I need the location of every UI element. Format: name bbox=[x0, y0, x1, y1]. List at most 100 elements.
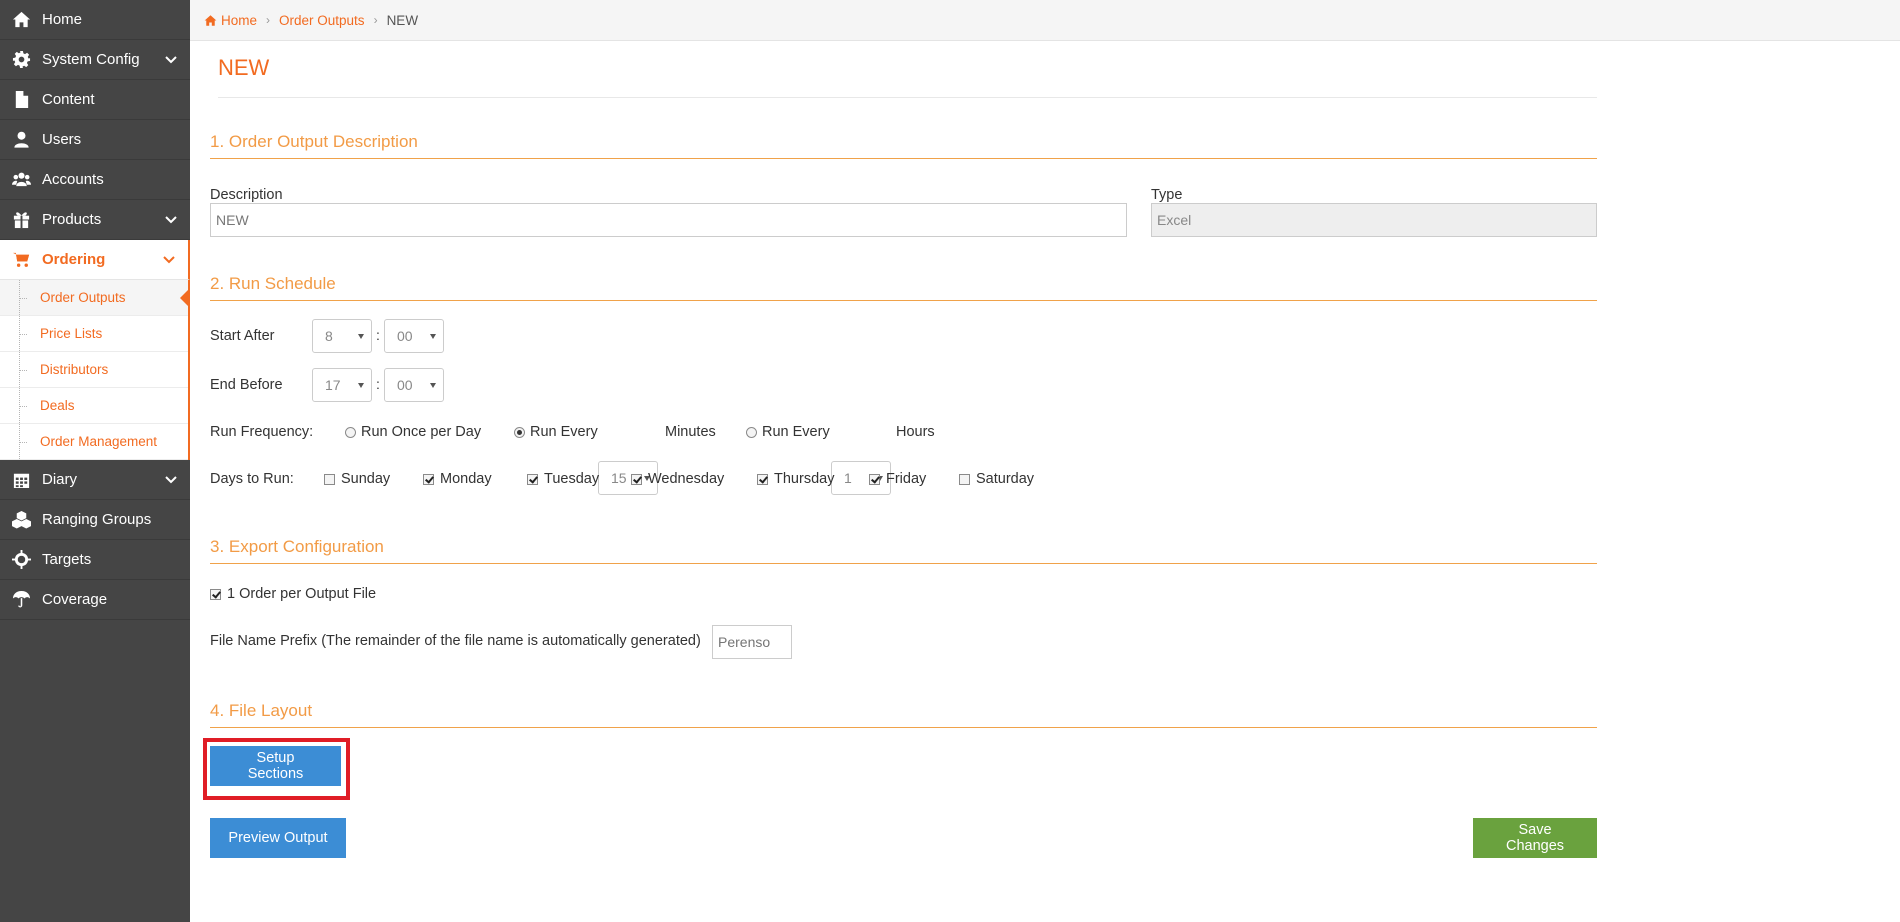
day-wednesday-option[interactable]: Wednesday bbox=[631, 471, 724, 487]
page-title: NEW bbox=[218, 55, 270, 80]
one-order-checkbox[interactable] bbox=[210, 588, 221, 600]
run-once-option[interactable]: Run Once per Day bbox=[345, 424, 481, 440]
user-icon bbox=[11, 130, 31, 150]
day-monday-option[interactable]: Monday bbox=[423, 471, 492, 487]
chevron-down-icon bbox=[162, 253, 176, 267]
caret-down-icon bbox=[430, 383, 436, 388]
description-label: Description bbox=[210, 187, 283, 203]
start-minute-value: 00 bbox=[397, 328, 413, 344]
time-colon: : bbox=[376, 376, 380, 392]
setup-sections-button[interactable]: Setup Sections bbox=[210, 746, 341, 786]
chevron-down-icon bbox=[164, 213, 178, 227]
sidebar-item-targets[interactable]: Targets bbox=[0, 540, 190, 580]
day-saturday-checkbox[interactable] bbox=[959, 473, 970, 485]
sidebar-item-products[interactable]: Products bbox=[0, 200, 190, 240]
section-heading-file-layout: 4. File Layout bbox=[210, 701, 1597, 728]
start-hour-select[interactable]: 8 bbox=[312, 319, 372, 353]
sidebar-item-label: Ranging Groups bbox=[42, 511, 152, 528]
day-tuesday-checkbox[interactable] bbox=[527, 473, 538, 485]
day-label: Tuesday bbox=[544, 471, 600, 487]
type-label: Type bbox=[1151, 187, 1183, 203]
day-friday-checkbox[interactable] bbox=[869, 473, 880, 485]
run-every-label: Run Every bbox=[530, 424, 598, 440]
description-input[interactable] bbox=[210, 203, 1127, 237]
sidebar-item-home[interactable]: Home bbox=[0, 0, 190, 40]
end-minute-select[interactable]: 00 bbox=[384, 368, 444, 402]
sidebar-subitem-order-management[interactable]: Order Management bbox=[0, 424, 188, 460]
sidebar-item-content[interactable]: Content bbox=[0, 80, 190, 120]
sidebar-item-label: Products bbox=[42, 211, 102, 228]
breadcrumb-home[interactable]: Home bbox=[204, 13, 257, 28]
start-minute-select[interactable]: 00 bbox=[384, 319, 444, 353]
end-hour-select[interactable]: 17 bbox=[312, 368, 372, 402]
sidebar-item-label: Users bbox=[42, 131, 82, 148]
breadcrumb-separator-icon: › bbox=[266, 13, 271, 27]
run-every-minutes-option[interactable]: Run Every bbox=[514, 424, 598, 440]
run-every-hours-option[interactable]: Run Every bbox=[746, 424, 830, 440]
day-label: Friday bbox=[886, 471, 927, 487]
day-label: Thursday bbox=[774, 471, 835, 487]
day-thursday-option[interactable]: Thursday bbox=[757, 471, 834, 487]
sidebar-subitem-distributors[interactable]: Distributors bbox=[0, 352, 188, 388]
sidebar-subitem-label: Distributors bbox=[40, 362, 109, 377]
day-thursday-checkbox[interactable] bbox=[757, 473, 768, 485]
preview-output-button[interactable]: Preview Output bbox=[210, 818, 346, 858]
title-divider bbox=[218, 97, 1597, 98]
crosshair-icon bbox=[11, 550, 31, 570]
sidebar-item-label: Content bbox=[42, 91, 95, 108]
day-sunday-checkbox[interactable] bbox=[324, 473, 335, 485]
sidebar-item-accounts[interactable]: Accounts bbox=[0, 160, 190, 200]
gear-icon bbox=[11, 50, 31, 70]
day-wednesday-checkbox[interactable] bbox=[631, 473, 642, 485]
home-icon bbox=[204, 14, 217, 26]
run-once-radio[interactable] bbox=[345, 426, 356, 438]
file-prefix-label: File Name Prefix (The remainder of the f… bbox=[210, 633, 701, 649]
end-hour-value: 17 bbox=[325, 377, 341, 393]
gift-icon bbox=[11, 210, 31, 230]
day-saturday-option[interactable]: Saturday bbox=[959, 471, 1034, 487]
sidebar-item-ranging-groups[interactable]: Ranging Groups bbox=[0, 500, 190, 540]
day-monday-checkbox[interactable] bbox=[423, 473, 434, 485]
chevron-down-icon bbox=[164, 53, 178, 67]
sidebar-subitem-order-outputs[interactable]: Order Outputs bbox=[0, 280, 190, 316]
hours-label: Hours bbox=[896, 424, 935, 440]
run-every-minutes-value: 15 bbox=[611, 470, 627, 486]
sidebar-item-label: Targets bbox=[42, 551, 92, 568]
section-heading-description: 1. Order Output Description bbox=[210, 132, 1597, 159]
sidebar-item-ordering[interactable]: Ordering bbox=[0, 240, 190, 280]
breadcrumb-separator-icon: › bbox=[373, 13, 378, 27]
sidebar-subitem-label: Price Lists bbox=[40, 326, 103, 341]
section-heading-export-config: 3. Export Configuration bbox=[210, 537, 1597, 564]
breadcrumb: Home › Order Outputs › NEW bbox=[190, 0, 1900, 41]
file-prefix-input[interactable] bbox=[712, 625, 792, 659]
sidebar-item-label: Coverage bbox=[42, 591, 108, 608]
one-order-label: 1 Order per Output File bbox=[227, 586, 377, 602]
sidebar: Home System Config Content Users Account… bbox=[0, 0, 190, 922]
sidebar-subitem-deals[interactable]: Deals bbox=[0, 388, 188, 424]
sidebar-item-system-config[interactable]: System Config bbox=[0, 40, 190, 80]
calendar-icon bbox=[11, 470, 31, 490]
one-order-option[interactable]: 1 Order per Output File bbox=[210, 586, 376, 602]
sidebar-item-users[interactable]: Users bbox=[0, 120, 190, 160]
sidebar-subitem-label: Deals bbox=[40, 398, 75, 413]
run-every-hours-value: 1 bbox=[844, 470, 852, 486]
sidebar-subitem-price-lists[interactable]: Price Lists bbox=[0, 316, 188, 352]
sidebar-item-diary[interactable]: Diary bbox=[0, 460, 190, 500]
day-sunday-option[interactable]: Sunday bbox=[324, 471, 390, 487]
sidebar-item-label: Ordering bbox=[42, 251, 106, 268]
cubes-icon bbox=[11, 510, 31, 530]
caret-down-icon bbox=[430, 334, 436, 339]
run-every-minutes-radio[interactable] bbox=[514, 426, 525, 438]
day-label: Sunday bbox=[341, 471, 391, 487]
cart-icon bbox=[11, 250, 31, 270]
section-heading-run-schedule: 2. Run Schedule bbox=[210, 274, 1597, 301]
breadcrumb-order-outputs[interactable]: Order Outputs bbox=[279, 13, 365, 28]
day-label: Wednesday bbox=[648, 471, 725, 487]
sidebar-item-coverage[interactable]: Coverage bbox=[0, 580, 190, 620]
day-tuesday-option[interactable]: Tuesday bbox=[527, 471, 599, 487]
day-friday-option[interactable]: Friday bbox=[869, 471, 926, 487]
run-every-hours-radio[interactable] bbox=[746, 426, 757, 438]
time-colon: : bbox=[376, 327, 380, 343]
breadcrumb-current: NEW bbox=[386, 12, 419, 28]
save-changes-button[interactable]: Save Changes bbox=[1473, 818, 1597, 858]
